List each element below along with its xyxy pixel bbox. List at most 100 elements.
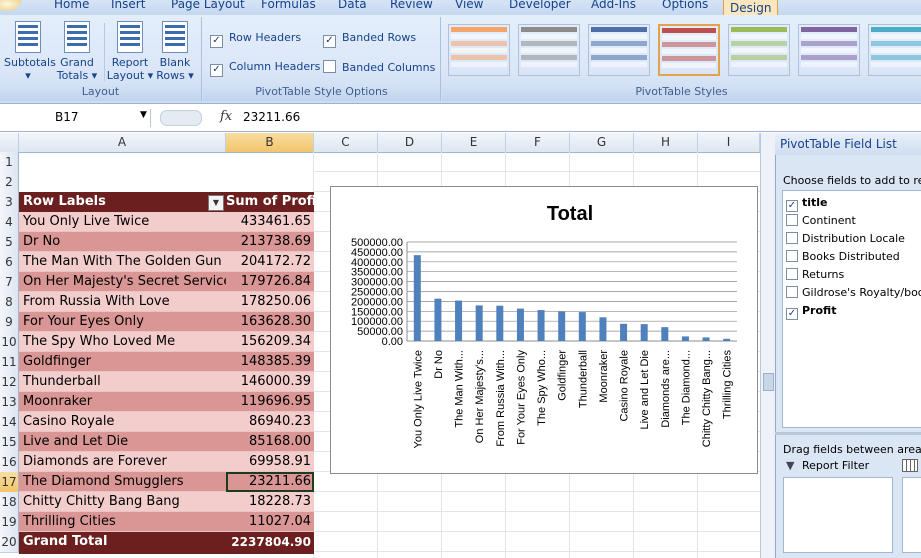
pivot-row-value[interactable]: 156209.34	[226, 332, 314, 352]
function-icon[interactable]: fx	[220, 109, 232, 124]
row-header-2[interactable]: 2	[0, 172, 19, 193]
field-continent[interactable]: Continent	[786, 214, 856, 227]
chevron-down-icon[interactable]: ▼	[140, 110, 147, 120]
row-header-7[interactable]: 7	[0, 272, 19, 293]
row-header-1[interactable]: 1	[0, 152, 19, 173]
column-header-d[interactable]: D	[378, 133, 442, 152]
tab-formulas[interactable]: Formulas	[261, 0, 316, 11]
field-books-distributed[interactable]: Books Distributed	[786, 250, 900, 263]
checkbox-icon[interactable]	[786, 268, 798, 280]
checkbox-icon[interactable]	[786, 250, 798, 262]
pivot-row-value[interactable]: 213738.69	[226, 232, 314, 252]
pivot-row-value[interactable]: 85168.00	[226, 432, 314, 452]
pivot-row-value[interactable]: 86940.23	[226, 412, 314, 432]
pivot-row-label[interactable]: From Russia With Love	[19, 292, 226, 312]
banded-rows-checkbox[interactable]: ✓ Banded Rows	[323, 31, 416, 48]
banded-columns-checkbox[interactable]: Banded Columns	[323, 60, 435, 74]
row-header-16[interactable]: 16	[0, 452, 19, 473]
pivot-row-value[interactable]: 204172.72	[226, 252, 314, 272]
style-swatch[interactable]	[658, 24, 720, 76]
tab-insert[interactable]: Insert	[111, 0, 145, 11]
style-swatch[interactable]	[798, 24, 860, 76]
row-header-10[interactable]: 10	[0, 332, 19, 353]
row-header-20[interactable]: 20	[0, 532, 19, 553]
pivot-row-value[interactable]: 11027.04	[226, 512, 314, 532]
bar-chart[interactable]: Total 0.00 50000.00 100000.00 150000.00 20000…	[330, 186, 758, 474]
column-header-a[interactable]: A	[19, 133, 226, 152]
office-button[interactable]	[0, 0, 22, 14]
style-swatch[interactable]	[868, 24, 921, 76]
subtotals-button[interactable]: Subtotals ▾	[4, 21, 56, 82]
row-header-6[interactable]: 6	[0, 252, 19, 273]
sum-of-profit-header[interactable]: Sum of Profit	[226, 192, 323, 212]
row-header-9[interactable]: 9	[0, 312, 19, 333]
field-distribution-locale[interactable]: Distribution Locale	[786, 232, 905, 245]
tab-home[interactable]: Home	[54, 0, 89, 11]
pivot-row-value[interactable]: 146000.39	[226, 372, 314, 392]
pivot-row-label[interactable]: Moonraker	[19, 392, 226, 412]
tab-design[interactable]: Design	[723, 0, 779, 15]
row-header-12[interactable]: 12	[0, 372, 19, 393]
grand-total-value[interactable]: 2237804.90	[226, 532, 314, 554]
pivot-row-label[interactable]: Dr No	[19, 232, 226, 252]
pivot-row-label[interactable]: Diamonds are Forever	[19, 452, 226, 472]
column-header-e[interactable]: E	[442, 133, 506, 152]
dropdown-filter-icon[interactable]: ▼	[208, 195, 224, 211]
vertical-scrollbar[interactable]	[760, 133, 775, 558]
checkbox-icon[interactable]	[786, 286, 798, 298]
checkbox-icon[interactable]: ✓	[786, 308, 798, 320]
row-header-8[interactable]: 8	[0, 292, 19, 313]
row-header-17[interactable]: 17	[0, 472, 19, 493]
scroll-thumb[interactable]	[763, 373, 774, 391]
row-header-11[interactable]: 11	[0, 352, 19, 373]
pivot-row-label[interactable]: Goldfinger	[19, 352, 226, 372]
pivot-row-value[interactable]: 18228.73	[226, 492, 314, 512]
column-headers-checkbox[interactable]: ✓ Column Headers	[210, 60, 320, 77]
pivot-row-value[interactable]: 433461.65	[226, 212, 314, 232]
pivot-row-label[interactable]: Thrilling Cities	[19, 512, 226, 532]
row-header-14[interactable]: 14	[0, 412, 19, 433]
pivot-row-value[interactable]: 69958.91	[226, 452, 314, 472]
column-header-b[interactable]: B	[226, 133, 314, 152]
tab-page-layout[interactable]: Page Layout	[171, 0, 245, 11]
column-labels-area[interactable]	[902, 477, 921, 553]
row-header-15[interactable]: 15	[0, 432, 19, 453]
pivot-row-label[interactable]: Thunderball	[19, 372, 226, 392]
column-header-c[interactable]: C	[314, 133, 378, 152]
pane-splitter[interactable]	[775, 432, 921, 435]
pivot-row-label[interactable]: The Spy Who Loved Me	[19, 332, 226, 352]
checkbox-icon[interactable]	[786, 214, 798, 226]
formula-splitter[interactable]	[160, 110, 202, 126]
style-swatch[interactable]	[728, 24, 790, 76]
pivot-row-label[interactable]: You Only Live Twice	[19, 212, 226, 232]
row-header-13[interactable]: 13	[0, 392, 19, 413]
pivot-row-value[interactable]: 179726.84	[226, 272, 314, 292]
row-header-4[interactable]: 4	[0, 212, 19, 233]
field-gildrose-s-royalty-book[interactable]: Gildrose's Royalty/book	[786, 286, 921, 299]
column-header-g[interactable]: G	[570, 133, 634, 152]
pivot-row-label[interactable]: The Diamond Smugglers	[19, 472, 226, 492]
style-swatch[interactable]	[448, 24, 510, 76]
grand-totals-button[interactable]: Grand Totals ▾	[54, 21, 100, 82]
row-labels-header[interactable]: Row Labels ▼	[19, 192, 226, 212]
pivot-row-value[interactable]: 148385.39	[226, 352, 314, 372]
checkbox-icon[interactable]: ✓	[786, 200, 798, 212]
formula-input[interactable]: 23211.66	[243, 110, 300, 124]
pivot-row-label[interactable]: Live and Let Die	[19, 432, 226, 452]
tab-review[interactable]: Review	[390, 0, 433, 11]
checkbox-icon[interactable]	[786, 232, 798, 244]
pivot-row-value[interactable]: 119696.95	[226, 392, 314, 412]
report-layout-button[interactable]: Report Layout ▾	[106, 21, 154, 82]
row-header-19[interactable]: 19	[0, 512, 19, 533]
field-title[interactable]: ✓ title	[786, 196, 828, 212]
row-header-5[interactable]: 5	[0, 232, 19, 253]
active-cell[interactable]: 23211.66	[226, 472, 314, 492]
pivot-row-value[interactable]: 163628.30	[226, 312, 314, 332]
column-header-f[interactable]: F	[506, 133, 570, 152]
report-filter-area[interactable]	[783, 477, 893, 553]
column-header-i[interactable]: I	[698, 133, 760, 152]
field-profit[interactable]: ✓ Profit	[786, 304, 836, 320]
style-swatch[interactable]	[588, 24, 650, 76]
pivot-row-label[interactable]: Chitty Chitty Bang Bang	[19, 492, 226, 512]
row-headers-checkbox[interactable]: ✓ Row Headers	[210, 31, 301, 48]
